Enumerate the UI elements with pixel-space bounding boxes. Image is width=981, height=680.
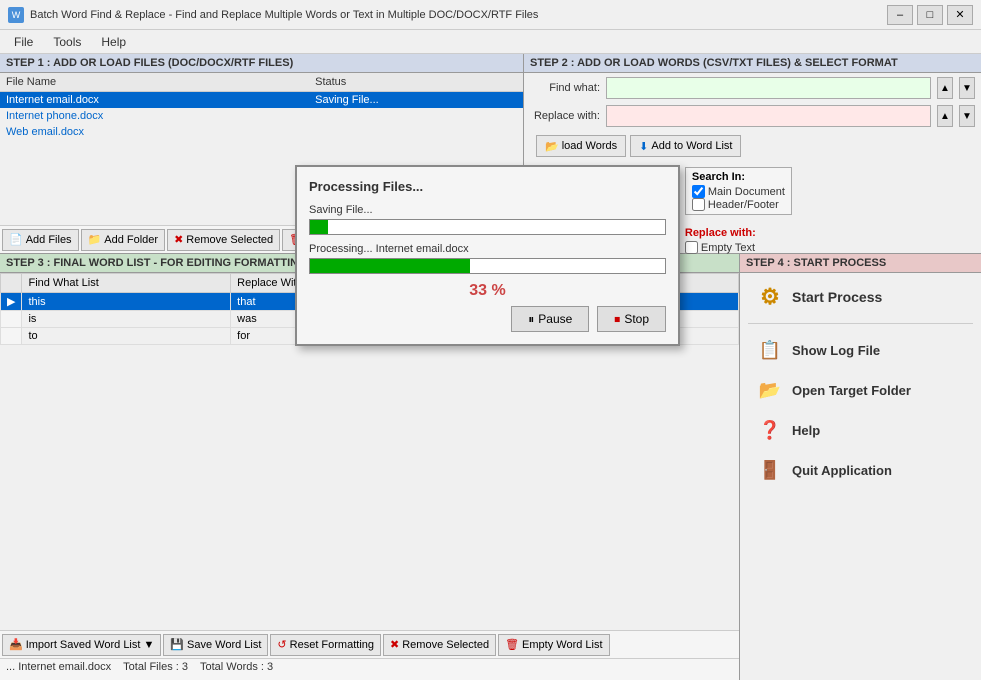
dialog-overlay: Processing Files... Saving File... Proce… [0,0,981,680]
pause-button[interactable]: ⏸ Pause [511,306,589,332]
dialog-buttons: ⏸ Pause ⏹ Stop [309,306,666,332]
processing-label: Processing... Internet email.docx [309,243,666,255]
processing-progress-section: Processing... Internet email.docx [309,243,666,274]
processing-progress-bar [309,258,666,274]
processing-dialog: Processing Files... Saving File... Proce… [295,165,680,346]
stop-icon: ⏹ [614,312,620,327]
stop-button[interactable]: ⏹ Stop [597,306,666,332]
pause-icon: ⏸ [528,312,534,327]
overall-percent: 33 % [309,282,666,300]
processing-progress-fill [310,259,470,273]
saving-progress-fill [310,220,328,234]
saving-progress-bar [309,219,666,235]
saving-progress-section: Saving File... [309,204,666,235]
dialog-title: Processing Files... [309,179,666,194]
saving-label: Saving File... [309,204,666,216]
